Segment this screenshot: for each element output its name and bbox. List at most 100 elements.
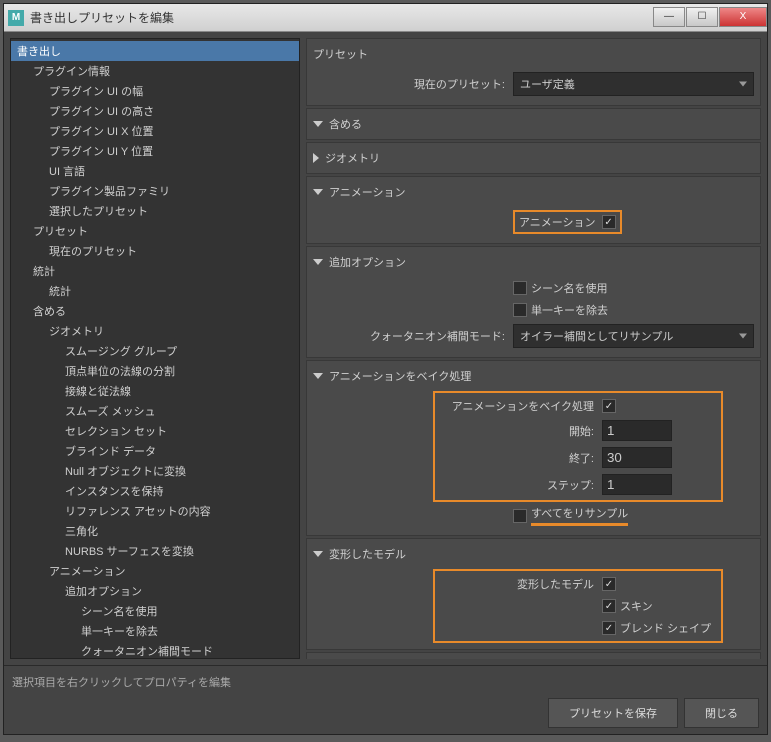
tree-item[interactable]: 接線と従法線 [11, 381, 299, 401]
section-bake-header[interactable]: アニメーションをベイク処理 [313, 365, 754, 387]
section-extra-header[interactable]: 追加オプション [313, 251, 754, 273]
geometry-title: ジオメトリ [325, 150, 380, 166]
skin-label: スキン [620, 598, 653, 614]
section-geometry: ジオメトリ [306, 142, 761, 174]
animation-checkbox[interactable]: ✓ [602, 215, 616, 229]
tree-item[interactable]: 統計 [11, 281, 299, 301]
scene-name-label: シーン名を使用 [531, 280, 607, 296]
tree-item[interactable]: 追加オプション [11, 581, 299, 601]
tree-item[interactable]: プラグイン UI の高さ [11, 101, 299, 121]
section-include-header[interactable]: 含める [313, 113, 754, 135]
resample-checkbox[interactable] [513, 509, 527, 523]
tree-item[interactable]: NURBS サーフェスを変換 [11, 541, 299, 561]
titlebar[interactable]: M 書き出しプリセットを編集 — ☐ X [4, 4, 767, 32]
minimize-button[interactable]: — [653, 7, 685, 27]
tree-item[interactable]: UI 言語 [11, 161, 299, 181]
tree-item[interactable]: プラグイン UI の幅 [11, 81, 299, 101]
status-text: 選択項目を右クリックしてプロパティを編集 [12, 672, 759, 698]
tree-item[interactable]: 書き出し [11, 41, 299, 61]
section-deform: 変形したモデル 変形したモデル ✓ ✓ スキン [306, 538, 761, 650]
properties-panel: プリセット 現在のプリセット: ユーザ定義 [306, 38, 761, 659]
tree-item[interactable]: 含める [11, 301, 299, 321]
tree-item[interactable]: 統計 [11, 261, 299, 281]
deform-checkbox[interactable]: ✓ [602, 577, 616, 591]
bake-checkbox[interactable]: ✓ [602, 399, 616, 413]
current-preset-label: 現在のプリセット: [313, 76, 513, 92]
deform-title: 変形したモデル [329, 546, 406, 562]
chevron-down-icon [313, 121, 323, 127]
tree-item[interactable]: プリセット [11, 221, 299, 241]
single-key-label: 単一キーを除去 [531, 302, 608, 318]
section-preset: プリセット 現在のプリセット: ユーザ定義 [306, 38, 761, 106]
step-label: ステップ: [437, 477, 602, 493]
end-field[interactable] [602, 447, 672, 468]
tree-item[interactable]: ブラインド データ [11, 441, 299, 461]
tree-item[interactable]: 三角化 [11, 521, 299, 541]
tree-item[interactable]: リファレンス アセットの内容 [11, 501, 299, 521]
tree-item[interactable]: シーン名を使用 [11, 601, 299, 621]
tree-item[interactable]: ジオメトリ [11, 321, 299, 341]
resample-label: すべてをリサンプル [531, 505, 628, 526]
section-animation-header[interactable]: アニメーション [313, 181, 754, 203]
chevron-down-icon [313, 373, 323, 379]
step-field[interactable] [602, 474, 672, 495]
dialog-window: M 書き出しプリセットを編集 — ☐ X 書き出しプラグイン情報プラグイン UI… [3, 3, 768, 735]
section-geometry-header[interactable]: ジオメトリ [313, 147, 754, 169]
window-title: 書き出しプリセットを編集 [30, 9, 652, 26]
chevron-down-icon [313, 259, 323, 265]
highlight-animation: アニメーション ✓ [513, 210, 622, 234]
tree-item[interactable]: 現在のプリセット [11, 241, 299, 261]
deform-check-label: 変形したモデル [437, 576, 602, 592]
tree-item[interactable]: プラグイン製品ファミリ [11, 181, 299, 201]
tree-item[interactable]: Null オブジェクトに変換 [11, 461, 299, 481]
start-field[interactable] [602, 420, 672, 441]
quat-label: クォータニオン補間モード: [313, 328, 513, 344]
blend-label: ブレンド シェイプ [620, 620, 711, 636]
bake-check-label: アニメーションをベイク処理 [437, 398, 602, 414]
blend-checkbox[interactable]: ✓ [602, 621, 616, 635]
section-curve: カーブ フィルタ カーブ フィルタ [306, 652, 761, 659]
app-icon: M [8, 10, 24, 26]
save-preset-button[interactable]: プリセットを保存 [548, 698, 678, 728]
scene-name-checkbox[interactable] [513, 281, 527, 295]
highlight-bake: アニメーションをベイク処理 ✓ 開始: 終了: [433, 391, 723, 502]
tree-item[interactable]: プラグイン UI Y 位置 [11, 141, 299, 161]
tree-item[interactable]: 単一キーを除去 [11, 621, 299, 641]
tree-item[interactable]: アニメーション [11, 561, 299, 581]
section-preset-header[interactable]: プリセット [313, 43, 754, 65]
highlight-deform: 変形したモデル ✓ ✓ スキン [433, 569, 723, 643]
tree-item[interactable]: プラグイン UI X 位置 [11, 121, 299, 141]
close-dialog-button[interactable]: 閉じる [684, 698, 759, 728]
section-bake: アニメーションをベイク処理 アニメーションをベイク処理 ✓ 開始: [306, 360, 761, 536]
end-label: 終了: [437, 450, 602, 466]
single-key-checkbox[interactable] [513, 303, 527, 317]
tree-item[interactable]: クォータニオン補間モード [11, 641, 299, 659]
tree-item[interactable]: スムージング グループ [11, 341, 299, 361]
chevron-down-icon [313, 189, 323, 195]
tree-item[interactable]: 頂点単位の法線の分割 [11, 361, 299, 381]
chevron-right-icon [313, 153, 319, 163]
section-include: 含める [306, 108, 761, 140]
animation-check-label: アニメーション [519, 214, 596, 230]
animation-title: アニメーション [329, 184, 406, 200]
include-title: 含める [329, 116, 362, 132]
tree-item[interactable]: スムーズ メッシュ [11, 401, 299, 421]
tree-item[interactable]: セレクション セット [11, 421, 299, 441]
tree-item[interactable]: プラグイン情報 [11, 61, 299, 81]
chevron-down-icon [313, 551, 323, 557]
current-preset-dropdown[interactable]: ユーザ定義 [513, 72, 754, 96]
tree-item[interactable]: インスタンスを保持 [11, 481, 299, 501]
extra-title: 追加オプション [329, 254, 406, 270]
tree-panel[interactable]: 書き出しプラグイン情報プラグイン UI の幅プラグイン UI の高さプラグイン … [10, 38, 300, 659]
bake-title: アニメーションをベイク処理 [329, 368, 471, 384]
section-extra: 追加オプション シーン名を使用 単一キーを除去 [306, 246, 761, 358]
footer: 選択項目を右クリックしてプロパティを編集 プリセットを保存 閉じる [4, 665, 767, 734]
tree-item[interactable]: 選択したプリセット [11, 201, 299, 221]
close-button[interactable]: X [719, 7, 767, 27]
skin-checkbox[interactable]: ✓ [602, 599, 616, 613]
section-deform-header[interactable]: 変形したモデル [313, 543, 754, 565]
preset-title: プリセット [313, 46, 368, 62]
quat-dropdown[interactable]: オイラー補間としてリサンプル [513, 324, 754, 348]
section-curve-header[interactable]: カーブ フィルタ [313, 657, 754, 659]
maximize-button[interactable]: ☐ [686, 7, 718, 27]
